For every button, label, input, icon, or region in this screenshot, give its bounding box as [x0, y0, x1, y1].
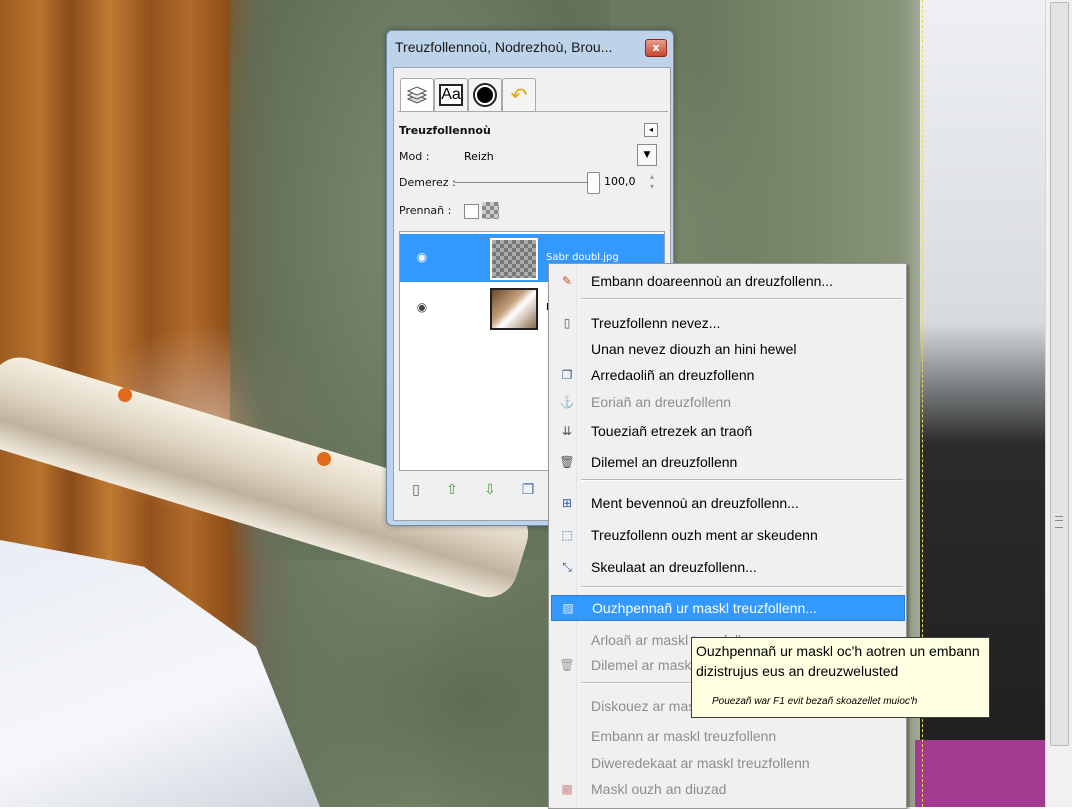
visibility-eye-icon[interactable]: ◉: [414, 300, 430, 314]
saber-button: [118, 388, 132, 402]
visibility-eye-icon[interactable]: ◉: [414, 250, 430, 264]
tooltip: Ouzhpennañ ur maskl oc'h aotren un emban…: [691, 637, 990, 718]
menu-separator: [581, 298, 903, 300]
dock-tabs: Aa ↶: [398, 76, 668, 116]
menu-item-layer-boundary-size[interactable]: ⊞ Ment bevennoù an dreuzfollenn...: [551, 491, 903, 515]
layer-context-menu: ✎ Embann doareennoù an dreuzfollenn... ▯…: [548, 263, 907, 809]
menu-item-delete-layer[interactable]: 🗑 Dilemel an dreuzfollenn: [551, 450, 903, 474]
layers-panel-title: Treuzfollennoù: [399, 124, 491, 137]
layer-name: Sabr doubl.jpg: [546, 252, 619, 263]
menu-item-edit-attributes[interactable]: ✎ Embann doareennoù an dreuzfollenn...: [551, 269, 903, 293]
merge-down-icon: ⇊: [561, 424, 573, 438]
vertical-scrollbar[interactable]: [1045, 0, 1072, 807]
lock-alpha-icon[interactable]: [482, 202, 499, 219]
opacity-slider-track[interactable]: [454, 182, 590, 183]
duplicate-icon: ❐: [561, 368, 573, 382]
delete-icon: 🗑: [559, 455, 575, 469]
dock-titlebar[interactable]: Treuzfollennoù, Nodrezhoù, Brou... x: [387, 31, 673, 63]
tab-undo-history[interactable]: ↶: [502, 78, 536, 112]
panel-menu-icon[interactable]: ◂: [644, 123, 658, 137]
tooltip-text: Ouzhpennañ ur maskl oc'h aotren un emban…: [696, 643, 980, 679]
mask-to-selection-icon: ▩: [561, 782, 573, 796]
anchor-icon: ⚓: [559, 395, 575, 409]
mode-label: Mod :: [399, 150, 430, 163]
mode-select[interactable]: Reizh: [464, 150, 494, 163]
close-button[interactable]: x: [645, 39, 667, 57]
layers-icon: [405, 83, 429, 107]
menu-item-add-layer-mask[interactable]: ▨ Ouzhpennañ ur maskl treuzfollenn...: [551, 595, 905, 621]
menu-item-duplicate-layer[interactable]: ❐ Arredaoliñ an dreuzfollenn: [551, 363, 903, 387]
menu-item-disable-layer-mask[interactable]: Diweredekaat ar maskl treuzfollenn: [551, 751, 903, 775]
layer-thumbnail: [490, 238, 538, 280]
text-icon: Aa: [439, 83, 463, 107]
menu-separator: [581, 586, 903, 588]
lock-label: Prennañ :: [399, 204, 452, 217]
scale-icon: ⤡: [562, 560, 572, 574]
saber-button: [317, 452, 331, 466]
edit-icon: ✎: [561, 274, 573, 288]
photo-background-white: [0, 540, 320, 807]
chevron-down-icon[interactable]: ▼: [637, 144, 657, 166]
opacity-label: Demerez :: [399, 176, 456, 189]
delete-icon: 🗑: [559, 658, 575, 672]
boundary-size-icon: ⊞: [561, 496, 573, 510]
spinner-icon[interactable]: ▴ ▾: [650, 172, 658, 192]
dock-title: Treuzfollennoù, Nodrezhoù, Brou...: [395, 39, 613, 55]
undo-icon: ↶: [510, 83, 528, 107]
new-layer-icon[interactable]: ▯: [407, 481, 425, 499]
menu-item-edit-layer-mask[interactable]: Embann ar maskl treuzfollenn: [551, 724, 903, 748]
new-page-icon: ▯: [563, 316, 571, 330]
photo-purple-area: [915, 740, 1045, 807]
tooltip-help-hint: Pouezañ war F1 evit bezañ skoazellet mui…: [712, 696, 918, 707]
menu-separator: [581, 479, 903, 481]
lock-pixels-checkbox[interactable]: [464, 204, 479, 219]
opacity-slider-handle[interactable]: [587, 172, 600, 194]
opacity-value[interactable]: 100,0: [604, 175, 636, 188]
fit-image-icon: ⬚: [561, 528, 573, 542]
add-mask-icon: ▨: [562, 601, 574, 615]
lower-layer-icon[interactable]: ⇩: [481, 481, 499, 499]
duplicate-layer-icon[interactable]: ❐: [519, 481, 537, 499]
tab-brushes[interactable]: [468, 78, 502, 112]
tab-text[interactable]: Aa: [434, 78, 468, 112]
scrollbar-grip-icon: [1055, 516, 1063, 528]
tab-layers[interactable]: [400, 78, 434, 112]
scrollbar-thumb[interactable]: [1050, 2, 1069, 746]
menu-item-scale-layer[interactable]: ⤡ Skeulaat an dreuzfollenn...: [551, 555, 903, 579]
menu-item-merge-down[interactable]: ⇊ Toueziañ etrezek an traoñ: [551, 419, 903, 443]
menu-item-anchor-layer[interactable]: ⚓ Eoriañ an dreuzfollenn: [551, 390, 903, 414]
menu-item-new-from-visible[interactable]: Unan nevez diouzh an hini hewel: [551, 337, 903, 361]
raise-layer-icon[interactable]: ⇧: [443, 481, 461, 499]
brush-icon: [473, 83, 497, 107]
menu-item-layer-to-image-size[interactable]: ⬚ Treuzfollenn ouzh ment ar skeudenn: [551, 523, 903, 547]
layer-thumbnail: [490, 288, 538, 330]
menu-item-new-layer[interactable]: ▯ Treuzfollenn nevez...: [551, 311, 903, 335]
menu-item-mask-to-selection[interactable]: ▩ Maskl ouzh an diuzad: [551, 777, 903, 801]
